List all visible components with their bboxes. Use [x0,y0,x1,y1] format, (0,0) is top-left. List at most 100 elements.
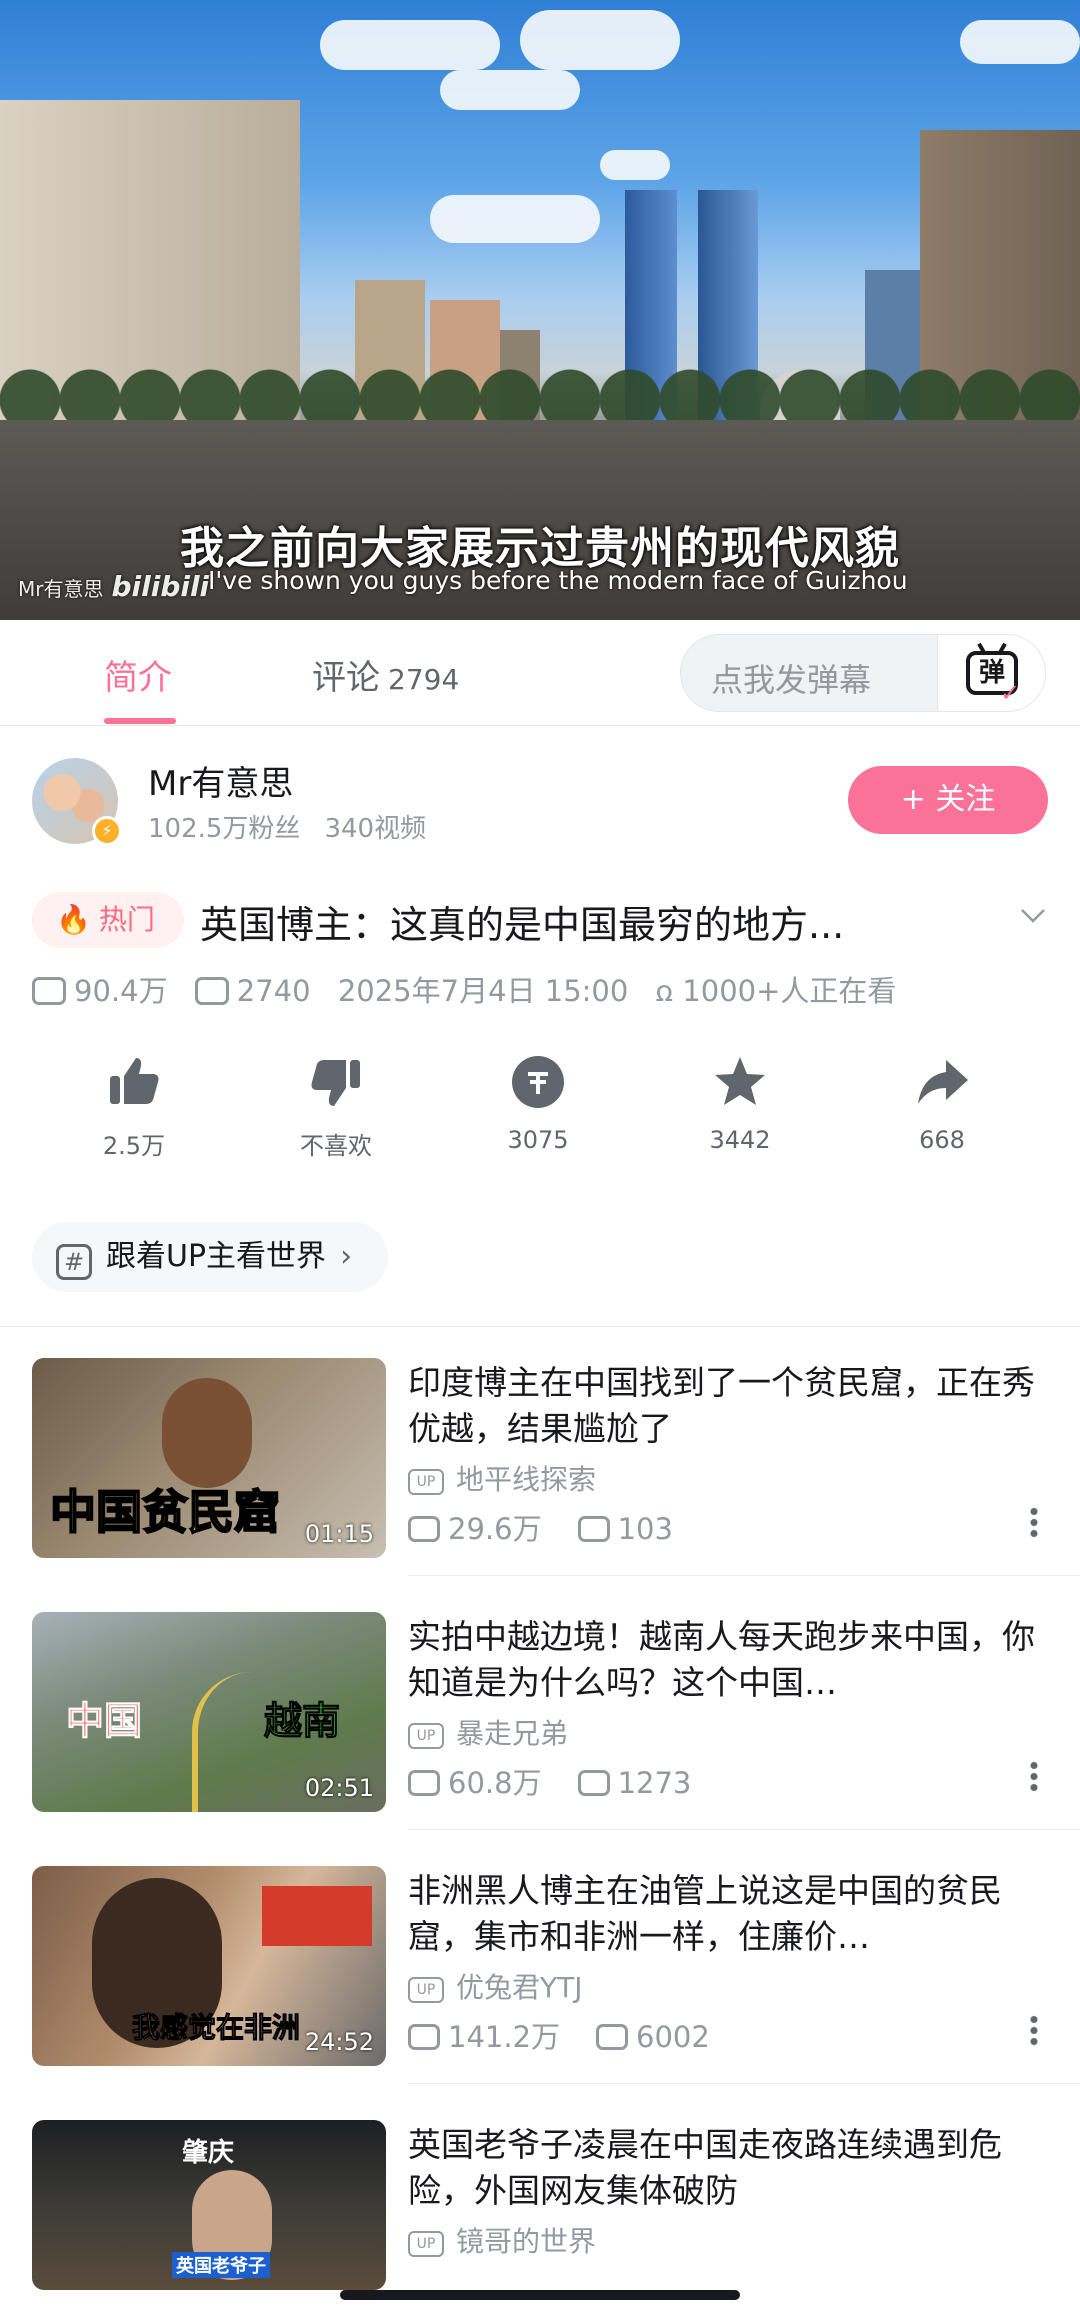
tab-comments[interactable]: 评论 2794 [312,650,459,699]
hashtag-icon: # [56,1244,92,1280]
rec-title: 实拍中越边境！越南人每天跑步来中国，你知道是为什么吗？这个中国… [408,1617,1035,1702]
dislike-button[interactable]: 不喜欢 [266,1054,406,1161]
more-options-icon[interactable] [1030,1506,1038,1538]
rec-uploader: UP 暴走兄弟 [408,1712,568,1752]
tab-bar: 简介 评论 2794 点我发弹幕 弹 ✓ [0,620,1080,726]
video-player[interactable]: 我之前向大家展示过贵州的现代风貌 Mr有意思 bilibili I've show… [0,0,1080,620]
rec-views: 141.2万 [448,2020,561,2054]
share-button[interactable]: 668 [872,1054,1012,1154]
rec-stats: 29.6万 103 [408,1506,673,1548]
rec-uploader: UP 地平线探索 [408,1458,596,1498]
sky-cloud [440,70,580,110]
danmaku-placeholder: 点我发弹幕 [711,661,872,699]
thumbnail-caption-vietnam: 越南 [263,1699,341,1744]
tab-active-indicator [104,718,176,724]
rec-views: 29.6万 [448,1512,542,1546]
coin-icon [512,1056,564,1108]
views-stat: 90.4万 [32,974,168,1008]
views-count: 90.4万 [74,974,168,1008]
duration: 24:52 [304,2028,374,2056]
danmaku-toggle-button[interactable]: 弹 ✓ [937,635,1045,711]
more-options-icon[interactable] [1030,1760,1038,1792]
play-count-icon [32,977,66,1005]
tab-comments-count: 2794 [388,663,460,696]
list-item[interactable]: 中国贫民窟 01:15 印度博主在中国找到了一个贫民窟，正在秀优越，结果尴尬了 … [0,1326,1080,1576]
follow-button[interactable]: + 关注 [848,766,1048,834]
tab-intro[interactable]: 简介 [104,650,172,699]
share-count: 668 [919,1126,965,1154]
rec-stats: 141.2万 6002 [408,2014,710,2056]
danmaku-input[interactable]: 点我发弹幕 弹 ✓ [680,634,1046,712]
danmaku-count: 2740 [236,974,311,1008]
video-thumbnail: 我感觉在非洲 24:52 [32,1866,386,2066]
coin-button[interactable]: 3075 [468,1054,608,1154]
watermark: Mr有意思 bilibili [18,570,209,603]
action-bar: 2.5万 不喜欢 3075 3442 668 [0,1054,1080,1184]
thumb-figure [162,1378,252,1488]
list-item[interactable]: 肇庆 英国老爷子 英国老爷子凌晨在中国走夜路连续遇到危险，外国网友集体破防 UP… [0,2088,1080,2316]
home-indicator[interactable] [340,2290,740,2300]
rec-views: 60.8万 [448,1766,542,1800]
up-tag-icon: UP [408,1469,444,1495]
play-count-icon [408,2024,440,2050]
chevron-right-icon: › [340,1239,353,1274]
video-meta: 90.4万 2740 2025年7月4日 15:00 ꭥ 1000+人正在看 [32,968,914,1010]
thumbnail-caption-china: 中国 [65,1699,143,1744]
subtitle-english: I've shown you guys before the modern fa… [208,566,908,595]
favorite-count: 3442 [709,1126,771,1154]
favorite-button[interactable]: 3442 [670,1054,810,1154]
watching-count: 1000+人正在看 [682,974,897,1008]
bilibili-logo: bilibili [111,570,210,603]
video-title: 英国博主：这真的是中国最穷的地方... [200,903,845,947]
thumbs-down-icon [311,1060,360,1106]
check-icon: ✓ [1000,679,1021,707]
play-count-icon [408,1516,440,1542]
hot-badge[interactable]: 🔥 热门 [32,892,184,948]
sky-cloud [600,150,670,180]
verified-badge-icon: ⚡ [92,816,122,846]
rec-danmaku: 1273 [617,1766,692,1800]
dislike-label: 不喜欢 [300,1132,372,1160]
tab-comments-label: 评论 [312,658,380,698]
thumbnail-caption: 英国老爷子 [172,2252,270,2278]
rec-uploader-name: 优兔君YTJ [456,1971,583,2004]
tab-intro-label: 简介 [104,658,172,698]
thumbnail-location: 肇庆 [182,2138,235,2168]
sky-cloud [520,10,680,70]
video-title-row[interactable]: 🔥 热门 英国博主：这真的是中国最穷的地方... [32,888,1048,952]
row-divider [408,1829,1080,1830]
hot-badge-label: 热门 [98,903,155,936]
star-icon [715,1057,765,1105]
like-button[interactable]: 2.5万 [64,1054,204,1161]
publish-time: 2025年7月4日 15:00 [337,974,629,1008]
uploader-name[interactable]: Mr有意思 [148,756,293,805]
list-item[interactable]: 中国 越南 02:51 实拍中越边境！越南人每天跑步来中国，你知道是为什么吗？这… [0,1580,1080,1830]
video-thumbnail: 中国贫民窟 01:15 [32,1358,386,1558]
up-tag-icon: UP [408,1723,444,1749]
avatar[interactable]: ⚡ [32,758,122,846]
topic-label: 跟着UP主看世界 [106,1239,327,1274]
video-thumbnail: 中国 越南 02:51 [32,1612,386,1812]
sky-cloud [320,20,500,70]
rec-uploader-name: 暴走兄弟 [456,1717,569,1750]
more-options-icon[interactable] [1030,2014,1038,2046]
rec-uploader: UP 镜哥的世界 [408,2220,596,2260]
flame-icon: 🔥 [56,903,91,936]
topic-tag[interactable]: # 跟着UP主看世界 › [32,1222,389,1292]
uploader-stats: 102.5万粉丝 340视频 [148,808,426,845]
rec-title: 印度博主在中国找到了一个贫民窟，正在秀优越，结果尴尬了 [408,1363,1035,1448]
danmaku-stat: 2740 [194,974,311,1008]
duration: 02:51 [304,1774,374,1802]
chevron-down-icon[interactable] [1018,900,1048,930]
list-item[interactable]: 我感觉在非洲 24:52 非洲黑人博主在油管上说这是中国的贫民窟，集市和非洲一样… [0,1834,1080,2084]
uploader-card: ⚡ Mr有意思 102.5万粉丝 340视频 + 关注 [0,726,1080,876]
watermark-author: Mr有意思 [18,577,104,601]
like-count: 2.5万 [102,1132,166,1160]
coin-count: 3075 [507,1126,569,1154]
watching-stat: ꭥ 1000+人正在看 [656,974,897,1008]
thumbnail-caption: 我感觉在非洲 [131,2011,301,2045]
thumbnail-caption: 中国贫民窟 [49,1484,281,1540]
rec-title: 英国老爷子凌晨在中国走夜路连续遇到危险，外国网友集体破防 [408,2125,1002,2210]
sky-cloud [960,20,1080,64]
people-icon: ꭥ [655,974,683,1008]
